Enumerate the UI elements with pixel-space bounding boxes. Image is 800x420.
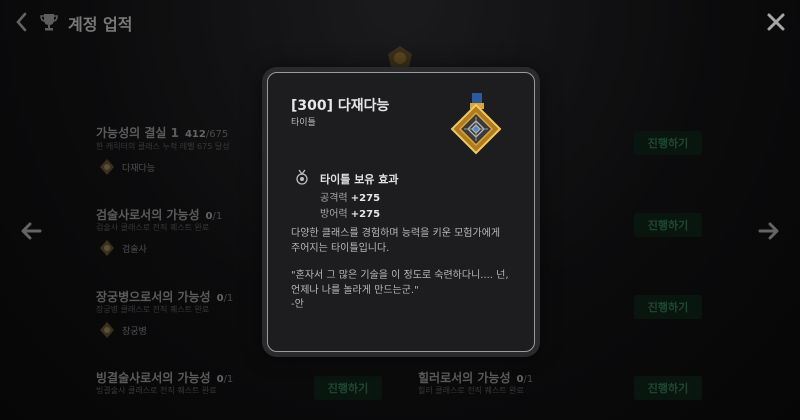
dialog-quote: "혼자서 그 많은 기술을 이 정도로 숙련하다니.... 넌, 언제나 나를 … <box>291 270 509 310</box>
medal-icon <box>450 93 502 155</box>
dialog-description: 다양한 클래스를 경험하며 능력을 키운 모험가에게 주어지는 타이틀입니다. <box>291 228 501 254</box>
dialog-title: [300] 다재다능 <box>291 98 390 114</box>
title-detail-dialog: [300] 다재다능 타이틀 타이틀 보유 효과 공격력 +275 방어력 +2… <box>267 72 535 352</box>
effect-icon <box>296 169 308 185</box>
stat-attack: 공격력 +275 <box>320 193 381 204</box>
dialog-subtitle: 타이틀 <box>291 118 316 128</box>
effect-title: 타이틀 보유 효과 <box>320 173 399 186</box>
stat-defense: 방어력 +275 <box>320 209 381 220</box>
